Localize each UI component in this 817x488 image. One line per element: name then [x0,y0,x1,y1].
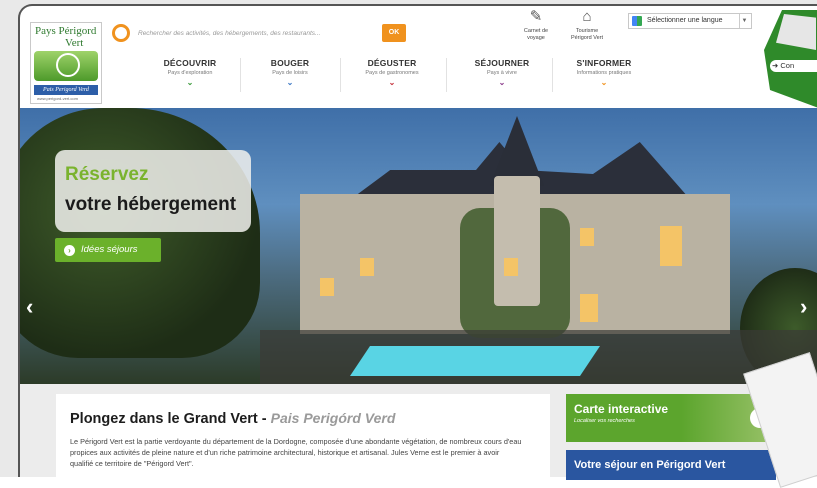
search-icon [112,24,130,42]
nav-subtitle: Pays d'exploration [167,70,213,76]
nav-subtitle: Pays à vivre [487,70,517,76]
language-select[interactable]: Sélectionner une langue ▼ [628,13,752,29]
nav-decouvrir[interactable]: DÉCOUVRIR Pays d'exploration ⌄ [144,58,236,87]
search-input[interactable] [132,24,378,42]
nav-bouger[interactable]: BOUGER Pays de loisirs ⌄ [244,58,336,87]
language-label: Sélectionner une langue [647,17,723,24]
intro-subtitle: Pais Perigórd Verd [270,410,396,426]
nav-title: DÉCOUVRIR [163,58,217,68]
sejour-title: Votre séjour en Périgord Vert [574,459,726,471]
idees-sejours-label: Idées séjours [81,244,138,255]
logo-wheel-icon [56,53,80,77]
castle-window [660,226,682,266]
content-area: Plongez dans le Grand Vert - Pais Perigó… [20,384,817,484]
tourisme-label: Tourisme Périgord Vert [570,28,604,41]
logo-line2: Vert [65,37,84,49]
logo-url: www.perigord-vert.com [37,96,78,101]
nav-divider [446,58,447,92]
nav-divider [240,58,241,92]
tourisme-button[interactable]: ⌂ Tourisme Périgord Vert [566,8,608,41]
logo-banner: Pais Perigord Verd [34,85,98,95]
chevron-down-icon: ⌄ [600,78,608,87]
site-logo[interactable]: Pays Périgord Vert Pais Perigord Verd ww… [30,22,102,104]
nav-sejourner[interactable]: SÉJOURNER Pays à vivre ⌄ [456,58,548,87]
idees-sejours-button[interactable]: › Idées séjours [55,238,161,262]
castle-window [580,294,598,322]
nav-divider [340,58,341,92]
nav-title: S'INFORMER [576,58,632,68]
castle-window [320,278,334,296]
chevron-down-icon: ⌄ [286,78,294,87]
carnet-label: Carnet de voyage [523,28,549,41]
notebook-icon: ✎ [529,8,543,25]
slider-next-icon[interactable]: › [800,294,807,320]
nav-title: DÉGUSTER [367,58,417,68]
intro-heading: Plongez dans le Grand Vert - Pais Perigó… [70,410,395,427]
nav-subtitle: Pays de loisirs [272,70,308,76]
carte-interactive-panel[interactable]: Carte interactive Localiser vos recherch… [566,394,776,442]
castle-tower [494,176,540,306]
slider-prev-icon[interactable]: ‹ [26,294,33,320]
map-corner-label[interactable]: ➜ Con [770,60,817,72]
cta-line2: votre hébergement [65,194,237,215]
hero-pool [350,346,600,376]
cta-line1: Réservez [65,164,149,185]
intro-title: Plongez dans le Grand Vert - [70,411,267,427]
chevron-down-icon: ⌄ [186,78,194,87]
intro-text: Le Périgord Vert est la partie verdoyant… [70,437,522,468]
carte-subtitle: Localiser vos recherches [574,418,635,424]
reservation-cta[interactable]: Réservez votre hébergement [55,150,251,232]
carte-title: Carte interactive [574,402,669,416]
castle-window [504,258,518,276]
nav-subtitle: Pays de gastronomes [365,70,419,76]
arrow-right-icon: › [64,245,75,256]
nav-deguster[interactable]: DÉGUSTER Pays de gastronomes ⌄ [346,58,438,87]
logo-line1: Pays Périgord [35,25,97,37]
nav-title: SÉJOURNER [474,58,530,68]
castle-window [580,228,594,246]
castle-window [360,258,374,276]
hero-tree-left [20,108,260,358]
house-icon: ⌂ [582,8,592,25]
intro-card: Plongez dans le Grand Vert - Pais Perigó… [56,394,550,484]
search-button[interactable]: OK [382,24,406,42]
chevron-down-icon: ⌄ [498,78,506,87]
map-corner-text: Con [780,61,795,70]
sejour-panel[interactable]: Votre séjour en Périgord Vert [566,450,776,480]
nav-sinformer[interactable]: S'INFORMER Informations pratiques ⌄ [558,58,650,87]
chevron-down-icon: ▼ [739,14,749,28]
nav-subtitle: Informations pratiques [576,70,632,76]
carnet-de-voyage-button[interactable]: ✎ Carnet de voyage [516,8,556,41]
logo-art [34,51,98,81]
nav-title: BOUGER [270,58,310,68]
nav-divider [552,58,553,92]
chevron-down-icon: ⌄ [388,78,396,87]
google-translate-icon [632,16,642,26]
